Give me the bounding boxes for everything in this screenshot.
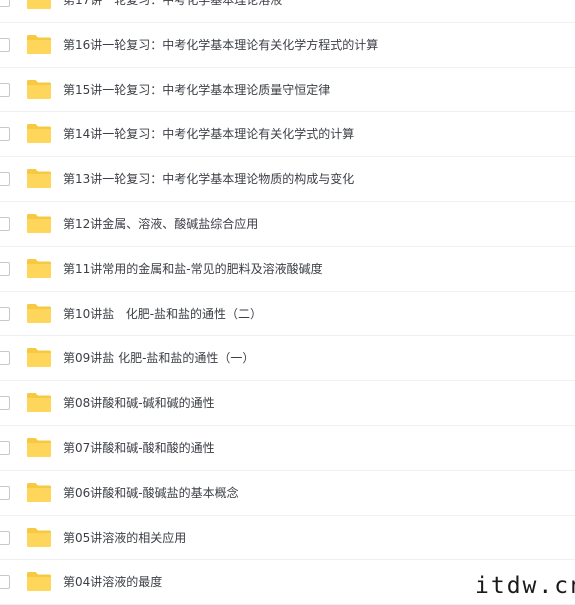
folder-icon <box>27 437 51 457</box>
folder-name: 第13讲一轮复习：中考化学基本理论物质的构成与变化 <box>63 172 355 187</box>
folder-row[interactable]: 第12讲金属、溶液、酸碱盐综合应用 <box>0 202 575 247</box>
folder-icon <box>27 213 51 233</box>
row-checkbox[interactable] <box>0 127 10 142</box>
folder-name: 第04讲溶液的最度 <box>63 575 163 590</box>
folder-icon <box>27 169 51 189</box>
folder-row[interactable]: 第14讲一轮复习：中考化学基本理论有关化学式的计算 <box>0 112 575 158</box>
row-checkbox[interactable] <box>0 485 10 500</box>
folder-row[interactable]: 第07讲酸和碱-酸和酸的通性 <box>0 426 575 471</box>
row-checkbox[interactable] <box>0 82 10 97</box>
folder-name: 第07讲酸和碱-酸和酸的通性 <box>63 440 215 455</box>
folder-icon <box>27 0 51 9</box>
folder-row[interactable]: 第16讲一轮复习：中考化学基本理论有关化学方程式的计算 <box>0 23 575 68</box>
row-checkbox[interactable] <box>0 261 10 276</box>
row-checkbox[interactable] <box>0 396 10 411</box>
row-checkbox[interactable] <box>0 351 10 366</box>
folder-name: 第17讲一轮复习：中考化学基本理论溶液 <box>63 0 283 7</box>
row-checkbox[interactable] <box>0 306 10 321</box>
folder-name: 第06讲酸和碱-酸碱盐的基本概念 <box>63 485 239 500</box>
folder-icon <box>27 303 51 323</box>
folder-name: 第09讲盐 化肥-盐和盐的通性（一） <box>63 351 255 366</box>
folder-icon <box>27 527 51 547</box>
folder-row[interactable]: 第11讲常用的金属和盐-常见的肥料及溶液酸碱度 <box>0 247 575 292</box>
folder-name: 第11讲常用的金属和盐-常见的肥料及溶液酸碱度 <box>63 261 323 276</box>
folder-name: 第14讲一轮复习：中考化学基本理论有关化学式的计算 <box>63 127 355 142</box>
row-checkbox[interactable] <box>0 216 10 231</box>
row-checkbox[interactable] <box>0 575 10 590</box>
folder-name: 第12讲金属、溶液、酸碱盐综合应用 <box>63 216 259 231</box>
row-checkbox[interactable] <box>0 440 10 455</box>
folder-row[interactable]: 第06讲酸和碱-酸碱盐的基本概念 <box>0 471 575 516</box>
folder-icon <box>27 79 51 99</box>
folder-icon <box>27 348 51 368</box>
folder-name: 第08讲酸和碱-碱和碱的通性 <box>63 396 215 411</box>
file-list: 第17讲一轮复习：中考化学基本理论溶液 第16讲一轮复习：中考化学基本理论有关化… <box>0 0 575 605</box>
folder-icon <box>27 482 51 502</box>
watermark-text: itdw.cn <box>475 573 575 599</box>
folder-name: 第16讲一轮复习：中考化学基本理论有关化学方程式的计算 <box>63 37 379 52</box>
folder-icon <box>27 572 51 592</box>
folder-name: 第15讲一轮复习：中考化学基本理论质量守恒定律 <box>63 82 331 97</box>
folder-name: 第10讲盐 化肥-盐和盐的通性（二） <box>63 306 263 321</box>
folder-row[interactable]: 第09讲盐 化肥-盐和盐的通性（一） <box>0 336 575 382</box>
folder-row[interactable]: 第15讲一轮复习：中考化学基本理论质量守恒定律 <box>0 68 575 113</box>
folder-icon <box>27 393 51 413</box>
row-checkbox[interactable] <box>0 530 10 545</box>
folder-row[interactable]: 第05讲溶液的相关应用 <box>0 516 575 561</box>
folder-row[interactable]: 第10讲盐 化肥-盐和盐的通性（二） <box>0 292 575 337</box>
folder-row[interactable]: 第13讲一轮复习：中考化学基本理论物质的构成与变化 <box>0 157 575 202</box>
folder-row[interactable]: 第08讲酸和碱-碱和碱的通性 <box>0 381 575 426</box>
folder-icon <box>27 124 51 144</box>
folder-icon <box>27 34 51 54</box>
folder-row[interactable]: 第17讲一轮复习：中考化学基本理论溶液 <box>0 0 575 23</box>
row-checkbox[interactable] <box>0 172 10 187</box>
row-checkbox[interactable] <box>0 0 10 7</box>
row-checkbox[interactable] <box>0 37 10 52</box>
folder-icon <box>27 258 51 278</box>
folder-name: 第05讲溶液的相关应用 <box>63 530 187 545</box>
